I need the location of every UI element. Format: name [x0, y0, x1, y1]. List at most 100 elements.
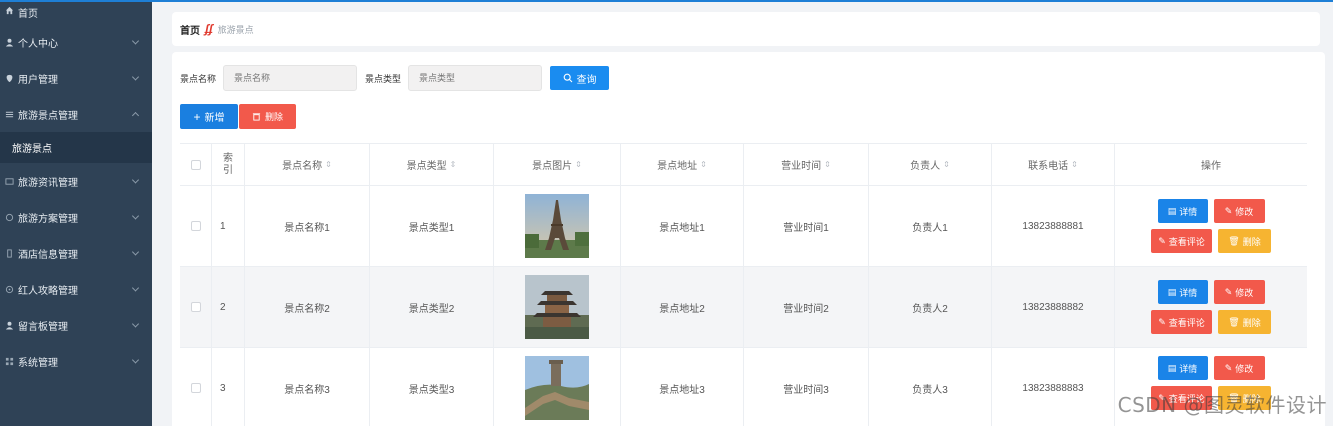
- view-reviews-label: 查看评论: [1168, 317, 1205, 328]
- select-all-checkbox[interactable]: [190, 159, 201, 170]
- sidebar-item-message-management[interactable]: 留言板管理: [0, 307, 152, 343]
- plus-icon: +: [193, 109, 201, 124]
- sidebar-item-label: 系统管理: [18, 357, 58, 369]
- sidebar: 首页 个人中心 用户管理 旅游景点管理 旅游景点 旅游资讯管理 旅游方案管理 酒…: [0, 0, 152, 426]
- chevron-down-icon: [131, 320, 140, 328]
- eiffel-tower-photo[interactable]: [525, 194, 589, 258]
- edit-button[interactable]: ✎ 修改: [1213, 356, 1265, 380]
- name-search-input[interactable]: [223, 65, 358, 91]
- home-icon: [4, 5, 14, 15]
- edit-button[interactable]: ✎ 修改: [1213, 280, 1265, 304]
- row-type: 景点类型1: [370, 186, 494, 266]
- header-phone[interactable]: 联系电话 ⇕: [992, 144, 1115, 185]
- great-wall-photo[interactable]: [525, 356, 589, 420]
- row-manager: 负责人1: [869, 186, 992, 266]
- header-type[interactable]: 景点类型 ⇕: [370, 144, 494, 185]
- row-hours: 营业时间1: [744, 186, 869, 266]
- header-address-label: 景点地址: [657, 161, 698, 172]
- header-index: 索引: [212, 144, 245, 185]
- row-checkbox[interactable]: [190, 221, 201, 231]
- trash-icon: 🗑: [1228, 316, 1240, 327]
- view-reviews-button[interactable]: ✎ 查看评论: [1151, 229, 1212, 253]
- sort-icon: ⇕: [325, 160, 332, 169]
- pencil-icon: ✎: [1224, 205, 1233, 216]
- row-phone: 13823888881: [992, 186, 1115, 266]
- user-manage-icon: [4, 73, 14, 83]
- sidebar-item-label: 旅游方案管理: [18, 213, 78, 225]
- edit-button[interactable]: ✎ 修改: [1213, 199, 1265, 223]
- row-index: 1: [212, 186, 245, 266]
- sort-icon: ⇕: [943, 160, 950, 169]
- sidebar-item-label: 旅游景点管理: [18, 110, 78, 122]
- header-phone-label: 联系电话: [1028, 161, 1069, 172]
- type-search-input[interactable]: [408, 65, 543, 91]
- row-phone: 13823888883: [992, 348, 1115, 426]
- user-icon: [4, 37, 14, 47]
- row-photo-cell: [494, 267, 621, 347]
- sidebar-subitem-scenic-spots[interactable]: 旅游景点: [0, 132, 152, 163]
- sidebar-item-label: 酒店信息管理: [18, 249, 78, 261]
- header-type-label: 景点类型: [406, 161, 447, 172]
- header-manager[interactable]: 负责人 ⇕: [869, 144, 992, 185]
- sidebar-item-home[interactable]: 首页: [0, 2, 152, 24]
- sidebar-item-system-management[interactable]: 系统管理: [0, 343, 152, 379]
- sidebar-item-guide-management[interactable]: 红人攻略管理: [0, 271, 152, 307]
- breadcrumb-separator-icon: ʄʄ: [205, 22, 213, 36]
- sidebar-item-user-management[interactable]: 用户管理: [0, 60, 152, 96]
- row-checkbox[interactable]: [190, 383, 201, 393]
- detail-button[interactable]: ▤ 详情: [1157, 199, 1208, 223]
- chevron-down-icon: [131, 248, 140, 256]
- delete-button[interactable]: 🗑 删除: [1218, 310, 1271, 334]
- detail-button[interactable]: ▤ 详情: [1157, 280, 1208, 304]
- breadcrumb-home[interactable]: 首页: [180, 22, 200, 37]
- action-bar: + 新增 删除: [180, 104, 296, 129]
- add-button[interactable]: + 新增: [180, 104, 238, 129]
- sidebar-item-hotel-management[interactable]: 酒店信息管理: [0, 235, 152, 271]
- row-checkbox[interactable]: [190, 302, 201, 312]
- row-name: 景点名称1: [245, 186, 370, 266]
- table-header-row: 索引 景点名称 ⇕ 景点类型 ⇕ 景点图片 ⇕ 景点地址 ⇕ 营业时间 ⇕ 负责人 ⇕ 联系…: [180, 144, 1307, 186]
- delete-label: 删除: [1242, 236, 1261, 247]
- header-index-label: 索引: [223, 152, 233, 176]
- chevron-down-icon: [131, 37, 140, 45]
- name-filter-label: 景点名称: [180, 73, 217, 84]
- row-type: 景点类型3: [370, 348, 494, 426]
- row-hours: 营业时间2: [744, 267, 869, 347]
- view-reviews-label: 查看评论: [1168, 236, 1205, 247]
- view-reviews-button[interactable]: ✎ 查看评论: [1151, 310, 1212, 334]
- row-operations: ▤ 详情 ✎ 修改 ✎ 查看评论 🗑 删除: [1115, 186, 1307, 266]
- delete-label: 删除: [1242, 317, 1261, 328]
- row-address: 景点地址3: [621, 348, 744, 426]
- row-index: 2: [212, 267, 245, 347]
- plan-icon: [4, 212, 14, 222]
- header-name[interactable]: 景点名称 ⇕: [245, 144, 370, 185]
- batch-delete-label: 删除: [264, 112, 283, 122]
- search-bar: 景点名称 景点类型 查询: [180, 65, 610, 91]
- sidebar-item-label: 旅游资讯管理: [18, 177, 78, 189]
- header-manager-label: 负责人: [910, 161, 941, 172]
- batch-delete-button[interactable]: 删除: [239, 104, 296, 129]
- breadcrumb: 首页 ʄʄ 旅游景点: [172, 12, 1320, 46]
- sort-icon: ⇕: [449, 160, 457, 169]
- pagoda-photo[interactable]: [525, 275, 589, 339]
- header-hours[interactable]: 营业时间 ⇕: [744, 144, 869, 185]
- detail-button[interactable]: ▤ 详情: [1157, 356, 1208, 380]
- sidebar-item-plan-management[interactable]: 旅游方案管理: [0, 199, 152, 235]
- edit-label: 修改: [1235, 363, 1254, 374]
- header-photo[interactable]: 景点图片 ⇕: [494, 144, 621, 185]
- message-icon: [4, 320, 14, 330]
- header-address[interactable]: 景点地址 ⇕: [621, 144, 744, 185]
- row-name: 景点名称3: [245, 348, 370, 426]
- row-address: 景点地址2: [621, 267, 744, 347]
- delete-button[interactable]: 🗑 删除: [1218, 229, 1271, 253]
- sidebar-item-scenic-management[interactable]: 旅游景点管理: [0, 96, 152, 132]
- header-name-label: 景点名称: [282, 161, 323, 172]
- search-icon: [563, 73, 572, 83]
- header-photo-label: 景点图片: [532, 161, 573, 172]
- header-hours-label: 营业时间: [781, 161, 822, 172]
- query-button[interactable]: 查询: [550, 66, 610, 90]
- sidebar-item-news-management[interactable]: 旅游资讯管理: [0, 163, 152, 199]
- row-phone: 13823888882: [992, 267, 1115, 347]
- row-address: 景点地址1: [621, 186, 744, 266]
- sidebar-item-personal-center[interactable]: 个人中心: [0, 24, 152, 60]
